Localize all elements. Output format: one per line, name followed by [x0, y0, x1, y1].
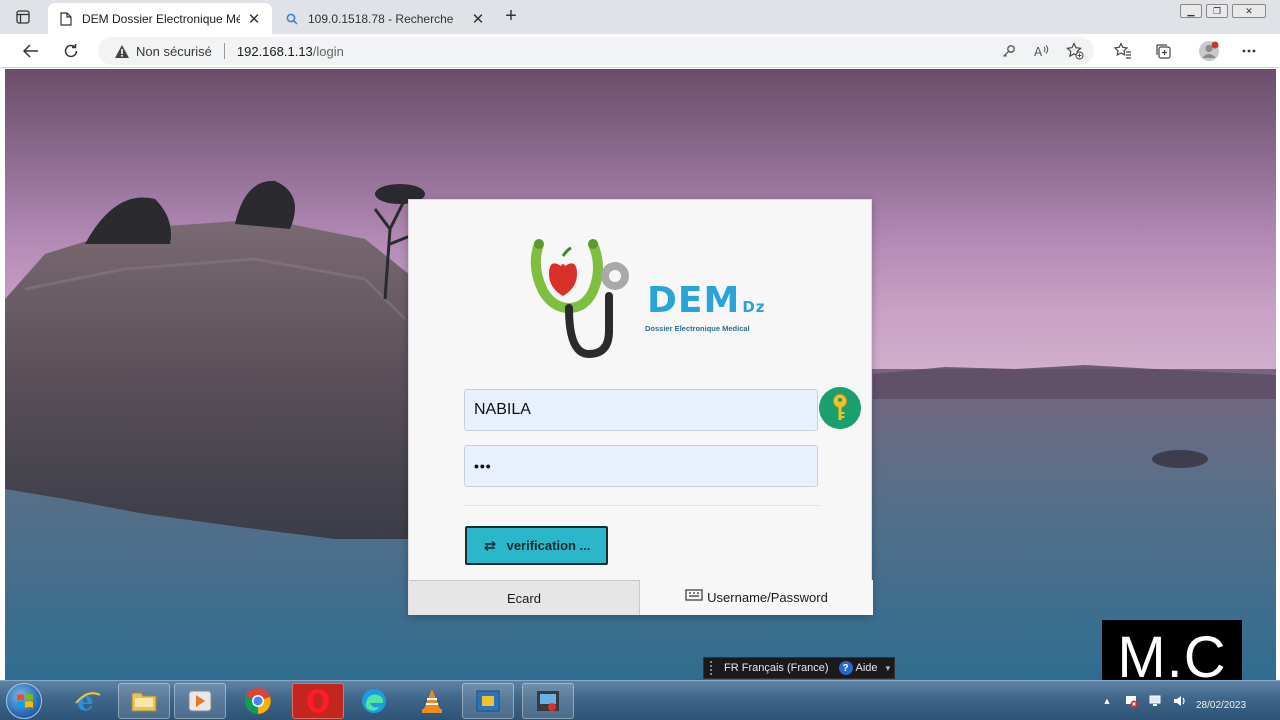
transfer-icon [483, 540, 497, 551]
file-explorer-icon[interactable] [118, 683, 170, 719]
help-icon[interactable]: ? [838, 661, 853, 675]
edge-icon[interactable] [348, 683, 400, 719]
browser-tab-bar: DEM Dossier Electronique Médic ✕ 109.0.1… [0, 0, 1280, 34]
collections-icon[interactable] [1154, 42, 1172, 60]
password-field[interactable]: ••• [464, 445, 818, 487]
url-separator [223, 43, 225, 59]
tab-title: 109.0.1518.78 - Recherche [308, 11, 454, 26]
language-bar-grip[interactable] [710, 661, 716, 675]
window-controls: ▁ ❐ ✕ [1180, 4, 1266, 18]
back-icon[interactable] [20, 40, 42, 62]
login-mode-tabs: Ecard Username/Password [409, 580, 873, 615]
taskbar-date[interactable]: 28/02/2023 [1196, 700, 1246, 711]
address-bar[interactable]: Non sécurisé 192.168.1.13/login [98, 37, 1094, 65]
warning-icon[interactable] [114, 43, 130, 59]
keyboard-icon [685, 588, 703, 602]
stethoscope-logo-icon [530, 239, 629, 359]
chrome-icon[interactable] [232, 683, 284, 719]
tab-actions-icon[interactable] [14, 8, 32, 26]
tab-recherche[interactable]: 109.0.1518.78 - Recherche ✕ [274, 3, 496, 34]
brand-subtitle: Dossier Electronique Medical [645, 324, 750, 333]
tab-username-password[interactable]: Username/Password [640, 580, 873, 615]
movie-maker-icon[interactable] [522, 683, 574, 719]
tab-username-password-label: Username/Password [707, 590, 828, 605]
verification-button[interactable]: verification ... [465, 526, 608, 565]
internet-explorer-icon[interactable]: e [62, 683, 114, 719]
restore-icon[interactable]: ❐ [1206, 4, 1228, 18]
show-hidden-icons-icon[interactable]: ▲ [1100, 694, 1114, 708]
security-label[interactable]: Non sécurisé [136, 44, 212, 59]
login-card: DEM Dz Dossier Electronique Medical NABIL… [408, 199, 873, 615]
dem-logo: DEM Dz Dossier Electronique Medical [529, 236, 764, 360]
refresh-icon[interactable] [60, 40, 82, 62]
form-divider [464, 505, 820, 506]
page-icon [58, 11, 74, 27]
opera-icon[interactable] [292, 683, 344, 719]
vlc-icon[interactable] [406, 683, 458, 719]
svg-text:A: A [1034, 45, 1043, 58]
brand-name-main: DEM [647, 280, 741, 321]
favorites-icon[interactable] [1114, 42, 1132, 60]
virtualbox-icon[interactable] [462, 683, 514, 719]
browser-toolbar: Non sécurisé 192.168.1.13/login A [0, 34, 1280, 68]
minimize-icon[interactable]: ▁ [1180, 4, 1202, 18]
brand-name-suffix: Dz [742, 298, 766, 316]
profile-avatar-icon[interactable] [1198, 40, 1220, 62]
tab-ecard[interactable]: Ecard [409, 580, 640, 615]
add-favorite-icon[interactable] [1066, 42, 1084, 60]
help-label[interactable]: Aide [856, 662, 878, 674]
brand-name: DEM Dz [647, 280, 766, 321]
taskbar: e ▲ 28/02/2023 [0, 680, 1280, 720]
url-text[interactable]: 192.168.1.13/login [237, 44, 344, 59]
language-selector[interactable]: FR Français (France) [724, 662, 829, 674]
media-player-icon[interactable] [174, 683, 226, 719]
network-icon[interactable] [1148, 694, 1162, 708]
key-icon [833, 394, 847, 420]
volume-icon[interactable] [1172, 694, 1186, 708]
tab-title: DEM Dossier Electronique Médic [82, 11, 240, 26]
password-key-icon[interactable] [1000, 42, 1018, 60]
close-window-icon[interactable]: ✕ [1232, 4, 1266, 18]
svg-text:e: e [77, 687, 94, 715]
url-path: /login [312, 43, 344, 59]
url-host: 192.168.1.13 [236, 43, 313, 59]
system-tray: ▲ [1100, 687, 1186, 715]
search-icon [284, 11, 300, 27]
close-tab-icon[interactable]: ✕ [470, 11, 486, 28]
language-bar: FR Français (France) ? Aide ▾ [703, 657, 895, 679]
language-bar-options-icon[interactable]: ▾ [886, 663, 891, 674]
start-button[interactable] [6, 683, 42, 719]
close-tab-icon[interactable]: ✕ [246, 11, 262, 28]
key-button[interactable] [819, 387, 861, 429]
more-options-icon[interactable] [1240, 42, 1258, 60]
username-field[interactable]: NABILA [464, 389, 818, 431]
read-aloud-icon[interactable]: A [1033, 42, 1051, 60]
tab-dem-dossier[interactable]: DEM Dossier Electronique Médic ✕ [48, 3, 272, 34]
new-tab-button[interactable]: + [500, 6, 522, 28]
action-center-icon[interactable] [1124, 694, 1138, 708]
windows-logo-icon [17, 694, 33, 708]
verification-label: verification ... [506, 538, 591, 553]
